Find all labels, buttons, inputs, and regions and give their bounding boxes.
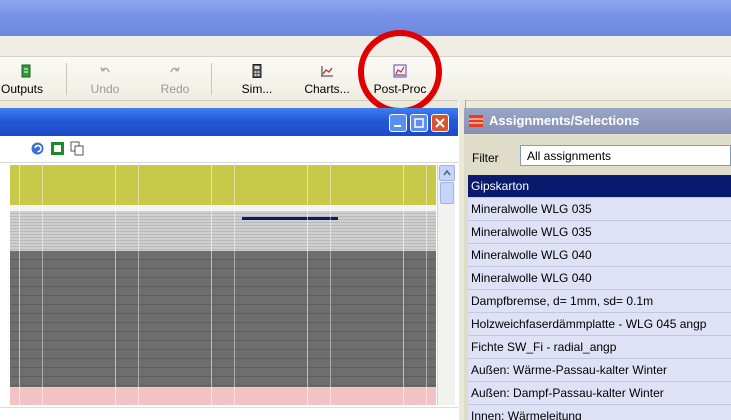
scroll-up-button[interactable] (439, 165, 455, 181)
list-item[interactable]: Fichte SW_Fi - radial_angp (468, 336, 731, 359)
charts-button[interactable]: Charts... (302, 60, 352, 98)
undo-icon (100, 66, 110, 73)
highlight-circle-annotation (358, 30, 442, 114)
geometry-window-title-bar (0, 108, 458, 136)
list-item[interactable]: Mineralwolle WLG 035 (468, 221, 731, 244)
redo-button[interactable]: Redo (150, 60, 200, 98)
list-item[interactable]: Außen: Dampf-Passau-kalter Winter (468, 382, 731, 405)
outputs-label: Outputs (0, 82, 44, 96)
refresh-icon[interactable] (30, 141, 45, 156)
outputs-button[interactable]: Outputs (0, 60, 52, 98)
undo-label: Undo (90, 82, 120, 96)
filter-label: Filter (472, 151, 499, 165)
charts-icon (321, 66, 333, 77)
list-item[interactable]: Mineralwolle WLG 040 (468, 244, 731, 267)
list-item[interactable]: Mineralwolle WLG 040 (468, 267, 731, 290)
list-item[interactable]: Dampfbremse, d= 1mm, sd= 0.1m (468, 290, 731, 313)
outputs-icon (21, 64, 31, 78)
square-icon[interactable] (50, 141, 65, 156)
minimize-icon (394, 125, 401, 127)
toolbar-separator (211, 63, 212, 95)
redo-icon (170, 66, 180, 73)
divider (0, 407, 458, 408)
scroll-thumb[interactable] (440, 182, 454, 204)
minimize-button[interactable] (389, 114, 407, 132)
geometry-window (0, 108, 458, 420)
assignments-title-bar: Assignments/Selections (464, 108, 731, 134)
list-item[interactable]: Innen: Wärmeleitung (468, 405, 731, 420)
undo-button[interactable]: Undo (80, 60, 130, 98)
construction-grid-view[interactable] (10, 165, 436, 405)
grid-lines (10, 165, 436, 405)
maximize-button[interactable] (410, 114, 428, 132)
assignments-title: Assignments/Selections (489, 113, 640, 128)
redo-label: Redo (160, 82, 190, 96)
simulation-button[interactable]: Sim... (234, 60, 280, 98)
close-icon (435, 118, 445, 128)
toolbar-separator (66, 63, 67, 95)
geometry-toolbar (0, 136, 458, 163)
chevron-up-icon (443, 169, 451, 176)
assignments-panel: Assignments/Selections Filter All assign… (464, 108, 731, 420)
assignments-icon (469, 115, 483, 127)
list-item[interactable]: Gipskarton (468, 175, 731, 198)
simulation-label: Sim... (241, 82, 273, 96)
close-button[interactable] (431, 114, 449, 132)
copy-icon[interactable] (70, 141, 85, 156)
assignments-list[interactable]: Gipskarton Mineralwolle WLG 035 Mineralw… (468, 175, 731, 420)
app-title-bar (0, 0, 731, 36)
list-item[interactable]: Außen: Wärme-Passau-kalter Winter (468, 359, 731, 382)
vertical-scrollbar[interactable] (437, 165, 455, 405)
charts-label: Charts... (304, 82, 350, 96)
list-item[interactable]: Holzweichfaserdämmplatte - WLG 045 angp (468, 313, 731, 336)
list-item[interactable]: Mineralwolle WLG 035 (468, 198, 731, 221)
filter-dropdown[interactable]: All assignments (520, 145, 731, 166)
maximize-icon (414, 118, 424, 128)
simulation-calculator-icon (252, 64, 262, 78)
